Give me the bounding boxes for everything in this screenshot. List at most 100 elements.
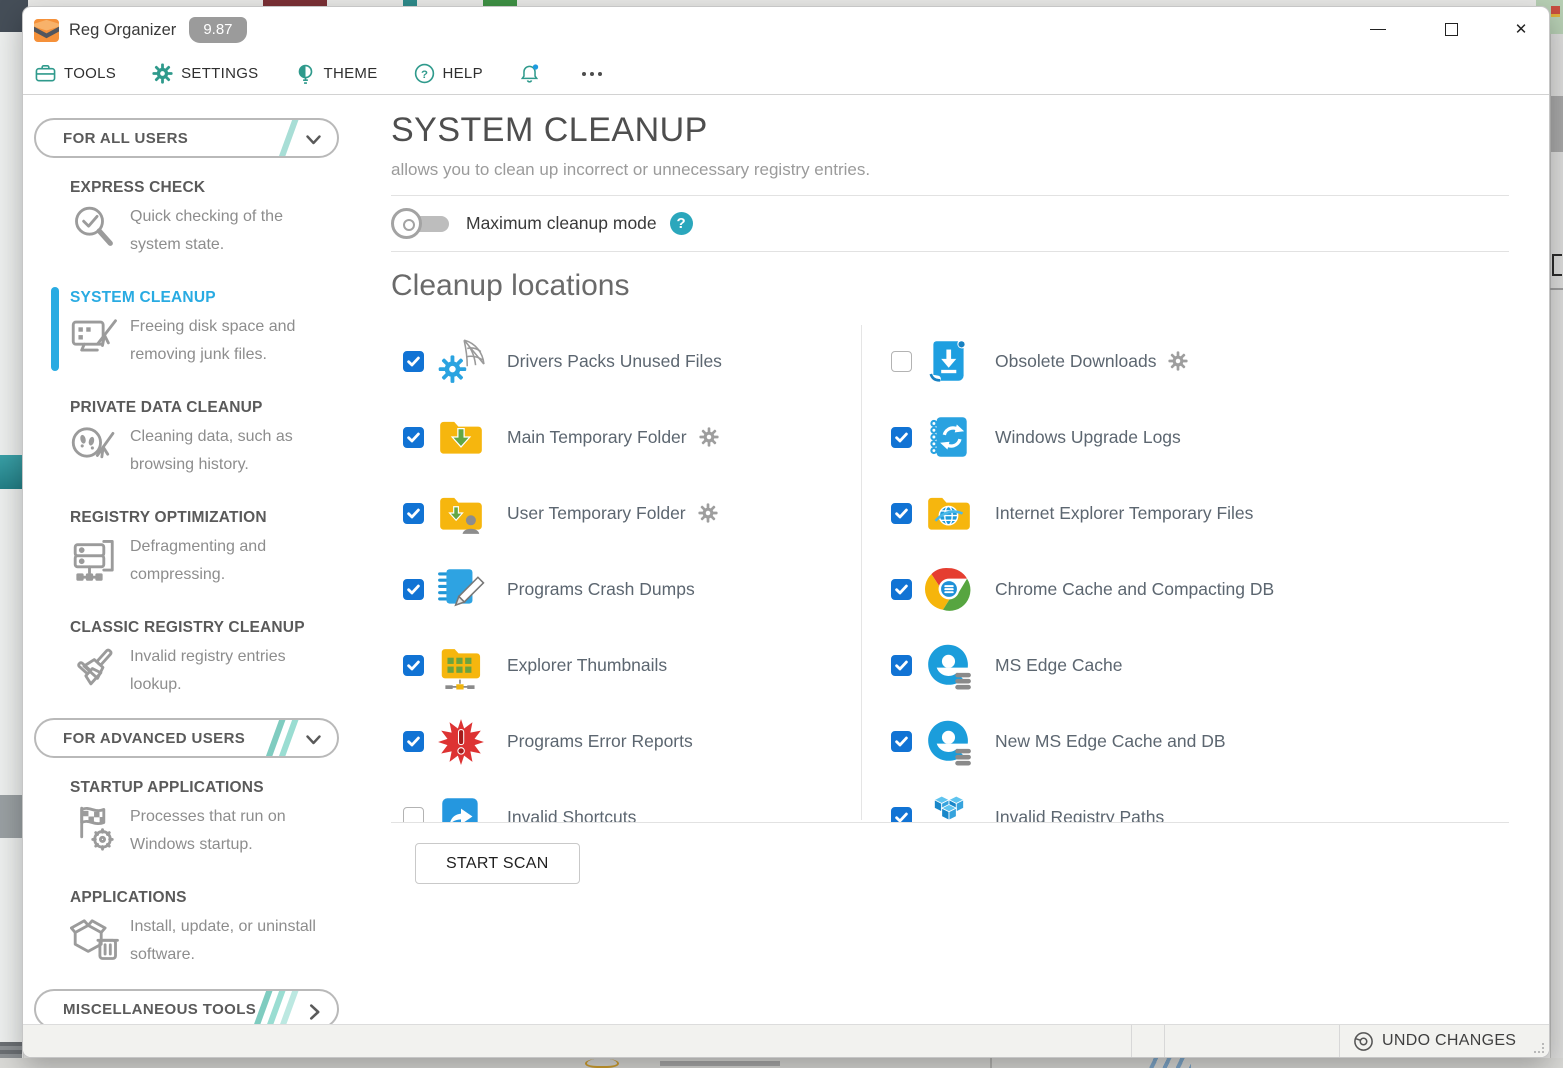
flag-gear-icon xyxy=(70,803,122,855)
close-button[interactable]: ✕ xyxy=(1506,15,1536,43)
checkbox[interactable] xyxy=(403,427,424,448)
list-item-invalid-registry-paths: Invalid Registry Paths xyxy=(891,779,1501,823)
sidebar-item-express-check[interactable]: EXPRESS CHECK Quick checking of the syst… xyxy=(70,179,340,259)
toolbar: TOOLS SETTINGS THEME ? HELP xyxy=(23,53,1549,95)
item-settings-gear-icon[interactable] xyxy=(699,427,719,447)
group-for-all-users[interactable]: FOR ALL USERS xyxy=(34,118,339,158)
item-title: STARTUP APPLICATIONS xyxy=(70,779,340,799)
checkbox[interactable] xyxy=(891,807,912,824)
checkbox[interactable] xyxy=(891,503,912,524)
brushes-icon xyxy=(70,643,122,695)
app-title: Reg Organizer xyxy=(69,21,176,40)
registry-cubes-icon xyxy=(921,789,977,823)
max-cleanup-toggle[interactable] xyxy=(391,207,453,241)
notifications-button[interactable] xyxy=(519,63,540,84)
item-label[interactable]: Windows Upgrade Logs xyxy=(995,427,1181,448)
help-menu[interactable]: ? HELP xyxy=(414,63,483,84)
item-label[interactable]: Chrome Cache and Compacting DB xyxy=(995,579,1274,600)
checkbox[interactable] xyxy=(891,579,912,600)
folder-user-icon xyxy=(433,485,489,541)
desktop-fragment xyxy=(0,795,22,838)
minimize-button[interactable] xyxy=(1363,15,1393,43)
sidebar-item-registry-optimization[interactable]: REGISTRY OPTIMIZATION Defragmenting and … xyxy=(70,509,340,589)
drivers-pack-icon xyxy=(433,333,489,389)
group-label: FOR ADVANCED USERS xyxy=(63,730,245,747)
maximize-button[interactable] xyxy=(1436,15,1466,43)
sidebar-item-private-data-cleanup[interactable]: PRIVATE DATA CLEANUP Cleaning data, such… xyxy=(70,399,340,479)
item-label[interactable]: Main Temporary Folder xyxy=(507,427,687,448)
sidebar-item-startup-applications[interactable]: STARTUP APPLICATIONS Processes that run … xyxy=(70,779,340,859)
checkbox[interactable] xyxy=(891,427,912,448)
upgrade-log-icon xyxy=(921,409,977,465)
sidebar-item-classic-registry-cleanup[interactable]: CLASSIC REGISTRY CLEANUP Invalid registr… xyxy=(70,619,340,699)
list-item-explorer-thumbnails: Explorer Thumbnails xyxy=(403,627,853,703)
checkbox[interactable] xyxy=(403,807,424,824)
checkbox[interactable] xyxy=(403,655,424,676)
folder-download-icon xyxy=(433,409,489,465)
item-description: Install, update, or uninstall software. xyxy=(130,913,326,969)
desktop-fragment xyxy=(1552,254,1562,276)
item-title: APPLICATIONS xyxy=(70,889,340,909)
checkbox[interactable] xyxy=(891,655,912,676)
statusbar-divider xyxy=(1339,1025,1340,1057)
item-label[interactable]: Programs Error Reports xyxy=(507,731,693,752)
checkbox[interactable] xyxy=(403,579,424,600)
ellipsis-icon xyxy=(582,72,602,76)
settings-label: SETTINGS xyxy=(181,65,258,82)
pill-stripes xyxy=(272,718,291,758)
svg-text:?: ? xyxy=(421,69,428,81)
help-question-icon[interactable]: ? xyxy=(670,212,693,235)
list-item-windows-upgrade-logs: Windows Upgrade Logs xyxy=(891,399,1501,475)
more-menu[interactable] xyxy=(576,72,602,76)
sidebar-item-applications[interactable]: APPLICATIONS Install, update, or uninsta… xyxy=(70,889,340,969)
desktop-fragment xyxy=(1145,1058,1191,1068)
item-label[interactable]: User Temporary Folder xyxy=(507,503,686,524)
checkbox[interactable] xyxy=(403,503,424,524)
statusbar-divider xyxy=(1164,1025,1165,1057)
item-label[interactable]: Internet Explorer Temporary Files xyxy=(995,503,1253,524)
item-label[interactable]: Invalid Shortcuts xyxy=(507,807,636,824)
checkbox[interactable] xyxy=(403,351,424,372)
list-item-obsolete-downloads: Obsolete Downloads xyxy=(891,323,1501,399)
checkbox[interactable] xyxy=(891,731,912,752)
item-label[interactable]: Obsolete Downloads xyxy=(995,351,1156,372)
list-item-error-reports: Programs Error Reports xyxy=(403,703,853,779)
item-title: PRIVATE DATA CLEANUP xyxy=(70,399,340,419)
group-miscellaneous-tools[interactable]: MISCELLANEOUS TOOLS xyxy=(34,989,339,1029)
bell-icon xyxy=(519,63,540,84)
undo-label: UNDO CHANGES xyxy=(1382,1032,1516,1050)
checkbox[interactable] xyxy=(891,351,912,372)
item-label[interactable]: Drivers Packs Unused Files xyxy=(507,351,722,372)
sidebar-item-system-cleanup[interactable]: SYSTEM CLEANUP Freeing disk space and re… xyxy=(70,289,340,369)
item-description: Quick checking of the system state. xyxy=(130,203,326,259)
list-item-main-temp-folder: Main Temporary Folder xyxy=(403,399,853,475)
start-scan-button[interactable]: START SCAN xyxy=(415,843,580,884)
section-title: Cleanup locations xyxy=(391,269,1509,303)
theme-menu[interactable]: THEME xyxy=(295,63,378,84)
item-label[interactable]: Programs Crash Dumps xyxy=(507,579,695,600)
list-item-chrome-cache: Chrome Cache and Compacting DB xyxy=(891,551,1501,627)
version-badge: 9.87 xyxy=(189,17,246,43)
item-label[interactable]: New MS Edge Cache and DB xyxy=(995,731,1226,752)
edge-icon xyxy=(921,637,977,693)
item-label[interactable]: Invalid Registry Paths xyxy=(995,807,1164,824)
item-settings-gear-icon[interactable] xyxy=(698,503,718,523)
group-for-advanced-users[interactable]: FOR ADVANCED USERS xyxy=(34,718,339,758)
help-icon: ? xyxy=(414,63,435,84)
pill-stripes xyxy=(259,989,291,1029)
item-label[interactable]: Explorer Thumbnails xyxy=(507,655,667,676)
theme-label: THEME xyxy=(324,65,378,82)
statusbar: UNDO CHANGES xyxy=(23,1024,1549,1057)
desktop-bottom-strip xyxy=(0,1058,1563,1068)
resize-grip[interactable] xyxy=(1534,1043,1544,1053)
tools-menu[interactable]: TOOLS xyxy=(35,63,116,84)
undo-changes-button[interactable]: UNDO CHANGES xyxy=(1353,1025,1516,1057)
checkbox[interactable] xyxy=(403,731,424,752)
item-settings-gear-icon[interactable] xyxy=(1168,351,1188,371)
box-trash-icon xyxy=(70,913,122,965)
main-panel: SYSTEM CLEANUP allows you to clean up in… xyxy=(391,95,1509,884)
item-description: Defragmenting and compressing. xyxy=(130,533,326,589)
lightbulb-icon xyxy=(295,63,316,84)
item-label[interactable]: MS Edge Cache xyxy=(995,655,1122,676)
settings-menu[interactable]: SETTINGS xyxy=(152,63,258,84)
